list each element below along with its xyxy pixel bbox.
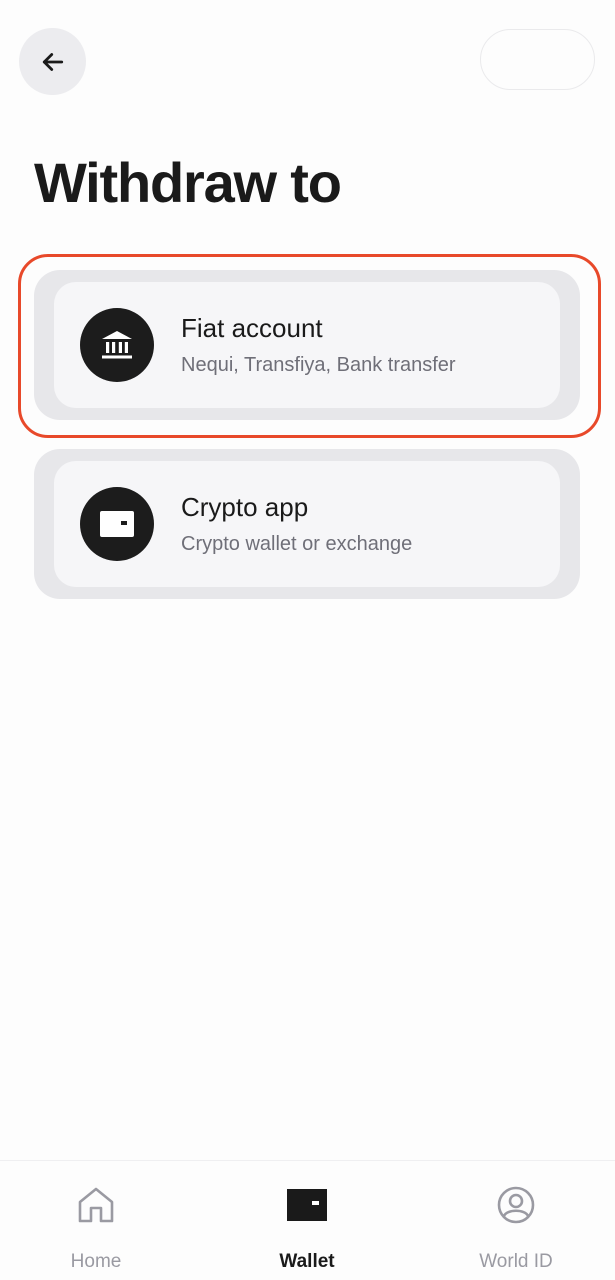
fiat-account-option-container: Fiat account Nequi, Transfiya, Bank tran… [34,270,580,420]
nav-item-home[interactable]: Home [16,1161,176,1280]
wallet-icon [80,487,154,561]
bank-icon [80,308,154,382]
nav-item-wallet[interactable]: Wallet [227,1161,387,1280]
nav-label-world-id: World ID [479,1251,553,1272]
arrow-left-icon [42,52,63,71]
fiat-account-option[interactable]: Fiat account Nequi, Transfiya, Bank tran… [54,282,560,408]
withdraw-screen: Withdraw to Fiat account Nequi, Transfiy… [0,0,615,1280]
user-circle-icon [496,1185,536,1225]
wallet-icon [287,1185,327,1225]
nav-item-world-id[interactable]: World ID [436,1161,596,1280]
crypto-app-option[interactable]: Crypto app Crypto wallet or exchange [54,461,560,587]
crypto-app-option-container: Crypto app Crypto wallet or exchange [34,449,580,599]
fiat-account-title: Fiat account [181,313,323,343]
back-button[interactable] [19,28,86,95]
nav-label-wallet: Wallet [279,1251,335,1272]
bottom-navigation: Home Wallet World ID [0,1160,615,1280]
crypto-app-title: Crypto app [181,492,309,522]
fiat-account-subtitle: Nequi, Transfiya, Bank transfer [181,354,456,376]
crypto-app-subtitle: Crypto wallet or exchange [181,533,413,555]
nav-label-home: Home [70,1251,122,1272]
home-icon [76,1185,116,1225]
header-pill-button[interactable] [480,29,595,90]
page-title: Withdraw to [34,151,342,214]
